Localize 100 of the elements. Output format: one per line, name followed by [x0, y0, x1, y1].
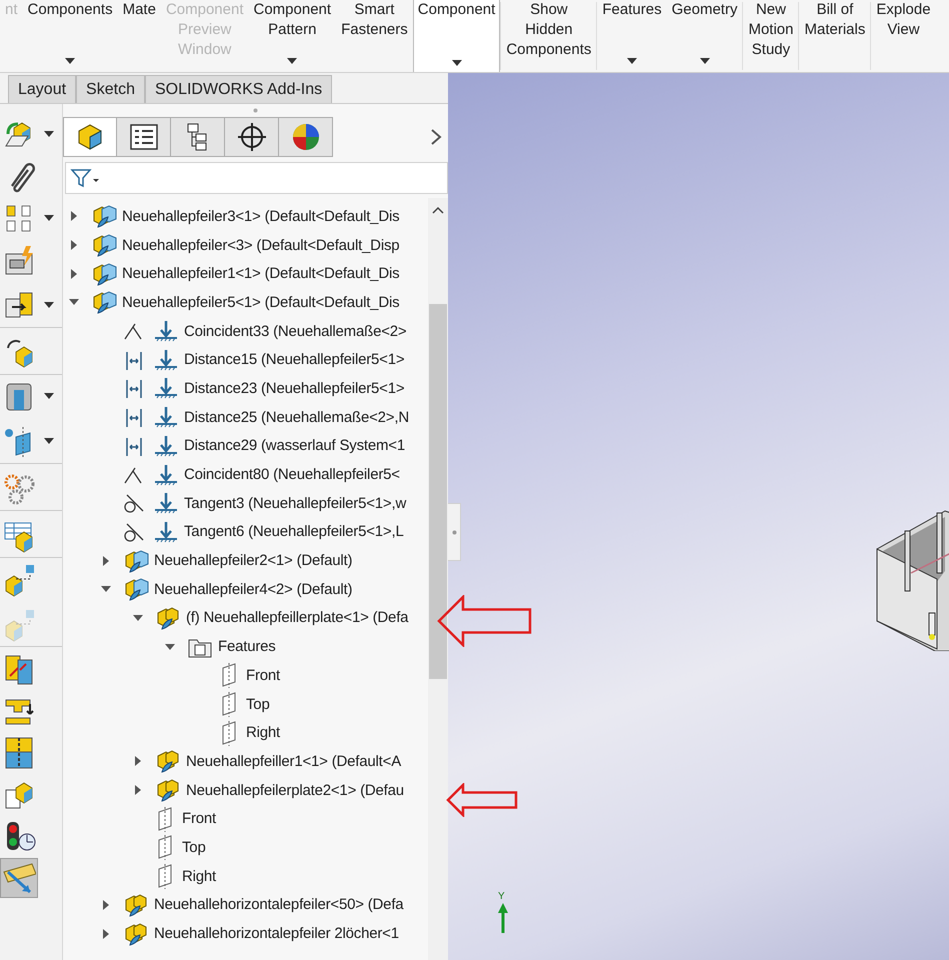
collapse-arrow-icon[interactable] [101, 584, 111, 594]
panel-collapse-handle[interactable] [448, 503, 461, 561]
assembly-icon [123, 576, 149, 602]
tree-item[interactable]: Neuehallepfeiler1<1> (Default<Default_Dis [122, 265, 400, 282]
tree-item[interactable]: Distance23 (Neuehallepfeiler5<1> [184, 380, 404, 397]
expand-arrow-icon[interactable] [69, 268, 79, 279]
fixed-anchor-icon [153, 348, 179, 372]
tree-item[interactable]: Distance29 (wasserlauf System<1 [184, 437, 405, 454]
color-sphere-icon [290, 122, 320, 152]
panel-tab[interactable] [117, 117, 171, 157]
grip-dot-icon [253, 108, 258, 112]
part-icon [155, 604, 181, 631]
tree-item[interactable]: Front [182, 810, 216, 828]
tree-item[interactable]: Neuehallehorizontalepfeiler<50> (Defa [154, 896, 404, 914]
tree-item[interactable]: Right [246, 724, 280, 742]
ribbon-button[interactable]: New Motion Study [743, 0, 798, 72]
assembly-icon [91, 232, 117, 258]
panel-tab[interactable] [63, 117, 117, 157]
tab[interactable]: Layout [8, 75, 76, 103]
ribbon-button[interactable]: Component [412, 0, 500, 72]
assembly-icon [91, 203, 117, 230]
filter-icon [70, 167, 100, 189]
fixed-anchor-icon [153, 520, 179, 544]
tree-item[interactable]: Distance15 (Neuehallepfeiler5<1> [184, 351, 404, 368]
axis-triad-icon [498, 903, 508, 933]
3d-viewport[interactable]: Y [448, 73, 949, 960]
fixed-anchor-icon [153, 434, 179, 458]
expand-arrow-icon[interactable] [69, 211, 79, 222]
caret-icon [626, 58, 637, 64]
collapse-arrow-icon[interactable] [69, 297, 79, 308]
fixed-anchor-icon [153, 405, 179, 430]
ribbon-button[interactable]: Bill of Materials [799, 0, 870, 72]
ribbon-button[interactable]: Geometry [666, 0, 742, 72]
tree-item[interactable]: Neuehallepfeiler<3> (Default<Default_Disp [122, 236, 400, 254]
caret-icon [700, 58, 710, 64]
ribbon-button[interactable]: Smart Fasteners [336, 0, 413, 72]
expand-arrow-icon[interactable] [101, 556, 111, 566]
axis-label: Y [498, 891, 505, 902]
tree-item[interactable]: Neuehallehorizontalepfeiler 2löcher<1 [154, 925, 399, 942]
expand-arrow-icon[interactable] [133, 785, 143, 796]
assembly-icon [91, 289, 117, 316]
expand-arrow-icon[interactable] [133, 756, 143, 766]
caret-icon [44, 131, 54, 137]
part-icon [155, 748, 181, 774]
tree-item[interactable]: Neuehallepfeiler4<2> (Default) [154, 580, 352, 598]
chevron-right-icon[interactable] [430, 128, 442, 146]
caret-icon [287, 58, 298, 64]
tree-item[interactable]: (f) Neuehallepfeillerplate<1> (Defa [186, 609, 408, 626]
tree-item[interactable]: Distance25 (Neuehallemaße<2>,N [184, 408, 409, 426]
tree-item[interactable]: Tangent6 (Neuehallepfeiler5<1>,L [184, 523, 404, 540]
grip-dot-icon [452, 530, 456, 534]
tree-item[interactable]: Neuehallepfeiler2<1> (Default) [154, 552, 352, 570]
tree-item[interactable]: Neuehallepfeilerplate2<1> (Defau [186, 782, 404, 799]
ribbon-button[interactable]: Show Hidden Components [501, 0, 596, 72]
fixed-anchor-icon [153, 491, 179, 516]
tab[interactable]: Sketch [76, 75, 145, 103]
expand-arrow-icon[interactable] [101, 928, 111, 939]
collapse-arrow-icon[interactable] [165, 642, 175, 652]
tree-item[interactable]: Top [246, 696, 270, 713]
collapse-arrow-icon[interactable] [133, 612, 143, 623]
crosshair-icon [236, 122, 266, 152]
caret-icon [44, 215, 54, 221]
assembly-icon [123, 548, 149, 574]
caret-icon [44, 393, 54, 399]
panel-tab[interactable] [171, 117, 225, 157]
tree-item[interactable]: Neuehallepfeiler3<1> (Default<Default_Dis [122, 208, 400, 225]
part-icon [123, 920, 149, 947]
tree-item[interactable]: Front [246, 666, 280, 684]
caret-icon [44, 302, 54, 308]
tree-item[interactable]: Coincident80 (Neuehallepfeiler5< [184, 466, 400, 484]
caret-icon [65, 58, 76, 64]
ribbon-button[interactable]: Component Pattern [248, 0, 336, 72]
expand-arrow-icon[interactable] [101, 900, 111, 910]
scrollbar[interactable] [428, 198, 448, 960]
caret-icon [452, 60, 462, 66]
tree-item[interactable]: Features [218, 638, 276, 656]
ribbon-button[interactable]: Components [22, 0, 118, 72]
scroll-up-icon [432, 206, 444, 214]
tree-item[interactable]: Coincident33 (Neuehallemaße<2> [184, 322, 406, 340]
ribbon-button[interactable]: Features [597, 0, 667, 72]
caret-icon [44, 438, 54, 444]
ribbon-button[interactable]: Explode View [871, 0, 936, 72]
part-icon [123, 892, 149, 918]
part-icon [155, 777, 181, 804]
fixed-anchor-icon [153, 376, 179, 400]
tree-item[interactable]: Right [182, 868, 216, 885]
tree-item[interactable]: Top [182, 838, 206, 856]
fixed-anchor-icon [153, 319, 179, 344]
assembly-icon [91, 260, 117, 287]
fixed-anchor-icon [153, 462, 179, 487]
filter-field[interactable] [65, 162, 448, 194]
tab[interactable]: SOLIDWORKS Add-Ins [144, 75, 332, 103]
panel-tab[interactable] [225, 117, 279, 157]
expand-arrow-icon[interactable] [69, 240, 79, 250]
tree-item[interactable]: Tangent3 (Neuehallepfeiler5<1>,w [184, 494, 406, 512]
arrow-annotation [446, 783, 518, 817]
tree-item[interactable]: Neuehallepfeiller1<1> (Default<A [186, 752, 401, 770]
ribbon-button[interactable]: Mate [118, 0, 161, 72]
tree-item[interactable]: Neuehallepfeiler5<1> (Default<Default_Dis [122, 294, 400, 311]
list-icon [128, 123, 158, 151]
